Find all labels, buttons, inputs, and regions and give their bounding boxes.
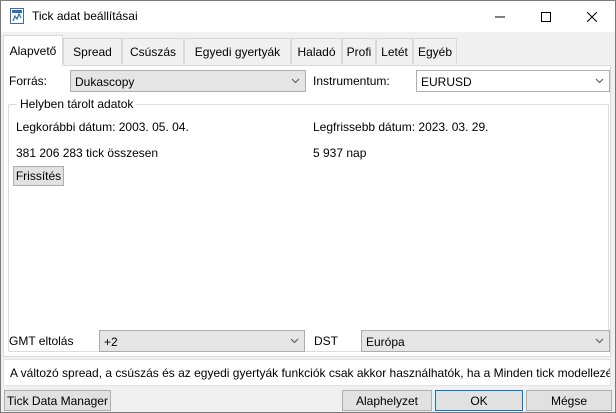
dialog-window: Tick adat beállításai Alapvető Spread Cs… — [0, 0, 616, 413]
local-data-title: Helyben tárolt adatok — [17, 97, 137, 111]
local-data-group: Helyben tárolt adatok Legkorábbi dátum: … — [8, 97, 609, 352]
source-label: Forrás: — [9, 74, 48, 88]
source-value: Dukascopy — [75, 75, 135, 89]
dst-select[interactable]: Európa — [361, 330, 610, 352]
tab-halado[interactable]: Haladó — [291, 38, 342, 64]
gmt-offset-value: +2 — [104, 335, 118, 349]
tick-count: 381 206 283 tick összesen — [16, 146, 159, 160]
earliest-date: Legkorábbi dátum: 2003. 05. 04. — [16, 120, 189, 134]
chevron-down-icon — [595, 78, 604, 84]
window-title: Tick adat beállításai — [32, 9, 138, 23]
notice-bar: A változó spread, a csúszás és az egyedi… — [3, 359, 611, 386]
chevron-down-icon — [291, 78, 300, 84]
app-icon — [10, 8, 24, 24]
day-count: 5 937 nap — [313, 146, 367, 160]
tab-csuszas[interactable]: Csúszás — [122, 38, 184, 64]
gmt-offset-select[interactable]: +2 — [99, 330, 305, 352]
dst-label: DST — [314, 334, 338, 348]
close-button[interactable] — [569, 1, 615, 32]
refresh-button[interactable]: Frissítés — [13, 166, 64, 186]
tab-alapveto[interactable]: Alapvető — [3, 35, 63, 66]
source-select[interactable]: Dukascopy — [70, 70, 306, 92]
minimize-button[interactable] — [477, 1, 523, 32]
cancel-button[interactable]: Mégse — [526, 390, 612, 411]
minimize-icon — [495, 16, 505, 17]
instrument-label: Instrumentum: — [313, 74, 390, 88]
maximize-icon — [541, 11, 551, 22]
dst-value: Európa — [366, 335, 405, 349]
tab-letet[interactable]: Letét — [376, 38, 413, 64]
instrument-select[interactable]: EURUSD — [416, 70, 610, 92]
notice-text: A változó spread, a csúszás és az egyedi… — [10, 366, 611, 380]
title-bar: Tick adat beállításai — [1, 1, 615, 32]
reset-button[interactable]: Alaphelyzet — [342, 390, 432, 411]
instrument-value: EURUSD — [421, 75, 472, 89]
tab-egyedi-gyertyak[interactable]: Egyedi gyertyák — [184, 38, 291, 64]
tick-data-manager-button[interactable]: Tick Data Manager — [4, 390, 111, 411]
maximize-button[interactable] — [523, 1, 569, 32]
tab-egyeb[interactable]: Egyéb — [413, 38, 457, 64]
ok-button[interactable]: OK — [435, 390, 523, 411]
tab-profi[interactable]: Profi — [342, 38, 376, 64]
chevron-down-icon — [595, 338, 604, 344]
close-icon — [587, 11, 597, 22]
dialog-client: Alapvető Spread Csúszás Egyedi gyertyák … — [1, 32, 615, 412]
latest-date: Legfrissebb dátum: 2023. 03. 29. — [313, 120, 489, 134]
chevron-down-icon — [290, 338, 299, 344]
gmt-offset-label: GMT eltolás — [9, 334, 74, 348]
tab-spread[interactable]: Spread — [63, 38, 122, 64]
